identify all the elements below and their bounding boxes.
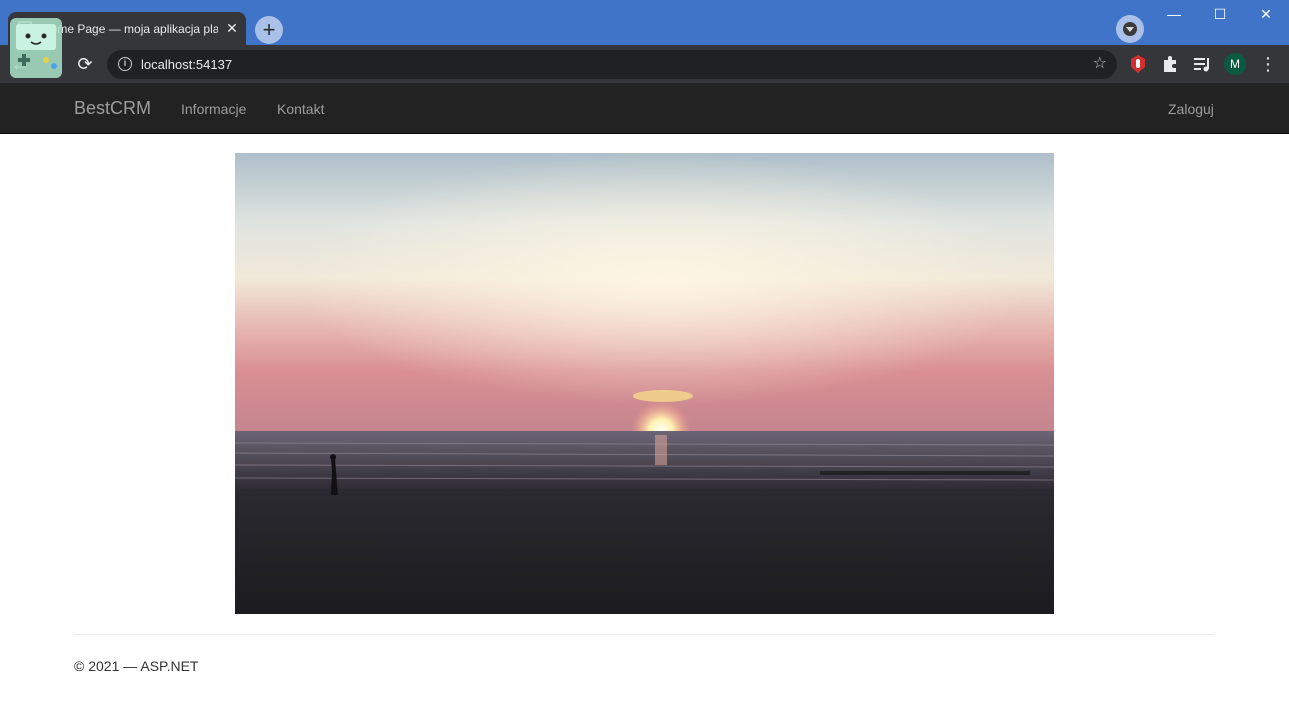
- nav-link-informacje[interactable]: Informacje: [181, 100, 246, 118]
- browser-tab-strip: Home Page — moja aplikacja pla ✕ + — ☐ ✕: [0, 0, 1289, 45]
- close-window-button[interactable]: ✕: [1243, 0, 1289, 30]
- nav-link-kontakt[interactable]: Kontakt: [277, 100, 324, 118]
- theme-mascot-image: [4, 14, 74, 82]
- maximize-button[interactable]: ☐: [1197, 0, 1243, 30]
- footer-divider: [74, 634, 1214, 635]
- browser-toolbar: ← ⟳ i localhost:54137 ☆ M ⋮: [0, 45, 1289, 83]
- tab-search-button[interactable]: [1116, 15, 1144, 43]
- brand-link[interactable]: BestCRM: [74, 97, 151, 119]
- browser-menu-icon[interactable]: ⋮: [1258, 53, 1278, 75]
- bookmark-star-icon[interactable]: ☆: [1093, 54, 1107, 74]
- hero-sunset-image: [235, 153, 1054, 614]
- adblock-hand-icon[interactable]: [1128, 54, 1148, 74]
- media-queue-icon[interactable]: [1192, 54, 1212, 74]
- profile-avatar[interactable]: M: [1224, 53, 1246, 75]
- tab-close-icon[interactable]: ✕: [223, 19, 241, 37]
- site-navbar: BestCRM Informacje Kontakt Zaloguj: [0, 83, 1289, 134]
- footer-copyright: © 2021 — ASP.NET: [74, 658, 199, 674]
- address-bar[interactable]: i localhost:54137 ☆: [107, 50, 1117, 79]
- reload-button[interactable]: ⟳: [71, 50, 99, 78]
- login-link[interactable]: Zaloguj: [1168, 100, 1214, 118]
- new-tab-button[interactable]: +: [255, 16, 283, 44]
- minimize-button[interactable]: —: [1151, 0, 1197, 30]
- url-text[interactable]: localhost:54137: [141, 56, 232, 73]
- site-info-icon[interactable]: i: [118, 57, 132, 71]
- puzzle-icon[interactable]: [1160, 54, 1180, 74]
